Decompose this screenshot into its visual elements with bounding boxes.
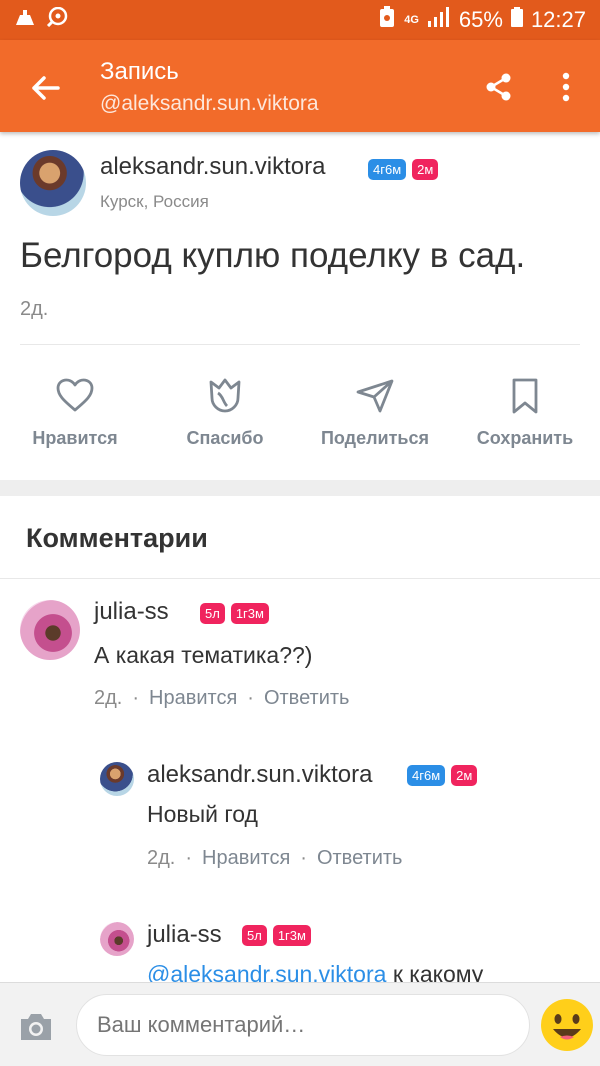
comment-input[interactable] — [76, 994, 530, 1056]
alarm-icon — [378, 6, 396, 34]
post-author-location: Курск, Россия — [100, 192, 209, 211]
badge-tenure: 2м — [412, 159, 439, 180]
comment-badges: 4г6м 2м — [407, 765, 478, 786]
comment-time: 2д. — [94, 687, 123, 709]
badge-membership: 4г6м — [407, 765, 446, 786]
post-actions: Нравится Спасибо Поделиться Сохранить — [0, 376, 600, 466]
comment-meta: 2д. · Нравится · Ответить — [147, 847, 403, 870]
thanks-label: Спасибо — [186, 428, 264, 448]
more-options-icon[interactable] — [556, 70, 576, 104]
divider — [20, 344, 580, 345]
camera-icon[interactable] — [18, 1011, 54, 1043]
post-author-badges: 4г6м 2м — [368, 159, 439, 180]
comment-badges: 5л 1г3м — [242, 925, 311, 946]
post-time: 2д. — [20, 298, 49, 320]
badge-tenure: 1г3м — [272, 925, 311, 946]
save-button[interactable]: Сохранить — [450, 376, 600, 449]
network-type: 4G — [404, 13, 419, 26]
comment-author[interactable]: aleksandr.sun.viktora — [147, 761, 372, 789]
comment-avatar[interactable] — [20, 600, 80, 660]
page-title: Запись — [100, 58, 179, 85]
clock: 12:27 — [530, 7, 586, 32]
comment-author[interactable]: julia-ss — [94, 598, 169, 626]
comments-heading: Комментарии — [26, 523, 208, 553]
post-screen: 4G 65% 12:27 Запись @aleksandr.sun.vikto… — [0, 0, 600, 1066]
send-icon — [356, 379, 394, 413]
badge-tenure: 2м — [451, 765, 478, 786]
comment-like-link[interactable]: Нравится — [149, 687, 237, 710]
badge-age: 5л — [242, 925, 267, 946]
bookmark-icon — [512, 378, 538, 414]
like-label: Нравится — [32, 428, 118, 448]
post-author-name[interactable]: aleksandr.sun.viktora — [100, 153, 325, 181]
comment-avatar[interactable] — [100, 762, 134, 796]
share-label: Поделиться — [320, 428, 430, 448]
signal-icon — [427, 7, 451, 33]
divider — [0, 578, 600, 579]
comment-meta: 2д. · Нравится · Ответить — [94, 687, 350, 710]
comment-badges: 5л 1г3м — [200, 603, 269, 624]
comment-text: А какая тематика??) — [94, 642, 313, 668]
page-subtitle: @aleksandr.sun.viktora — [100, 92, 319, 115]
section-separator — [0, 480, 600, 496]
save-label: Сохранить — [476, 428, 574, 448]
comment-reply-link[interactable]: Ответить — [264, 687, 350, 710]
comment-text: Новый год — [147, 801, 258, 827]
comment-compose-bar — [0, 982, 600, 1066]
badge-age: 5л — [200, 603, 225, 624]
back-arrow-icon[interactable] — [26, 68, 66, 108]
comment-author[interactable]: julia-ss — [147, 921, 222, 949]
battery-icon — [510, 7, 523, 33]
smiley-icon[interactable] — [540, 998, 594, 1052]
heart-icon — [56, 378, 94, 412]
comment-time: 2д. — [147, 847, 176, 869]
chat-icon — [46, 6, 68, 33]
badge-tenure: 1г3м — [230, 603, 269, 624]
cleaner-icon — [14, 7, 36, 33]
status-bar: 4G 65% 12:27 — [0, 0, 600, 40]
post-author-avatar[interactable] — [20, 150, 86, 216]
share-icon[interactable] — [482, 70, 516, 104]
comment-reply-link[interactable]: Ответить — [317, 847, 403, 870]
badge-membership: 4г6м — [368, 159, 407, 180]
like-button[interactable]: Нравится — [0, 376, 150, 449]
battery-percent: 65% — [458, 7, 503, 32]
comment-like-link[interactable]: Нравится — [202, 847, 290, 870]
thanks-button[interactable]: Спасибо — [150, 376, 300, 449]
post-text: Белгород куплю поделку в сад. — [20, 236, 526, 275]
app-bar: Запись @aleksandr.sun.viktora — [0, 40, 600, 132]
tulip-icon — [209, 378, 241, 413]
share-button[interactable]: Поделиться — [300, 376, 450, 449]
comment-avatar[interactable] — [100, 922, 134, 956]
